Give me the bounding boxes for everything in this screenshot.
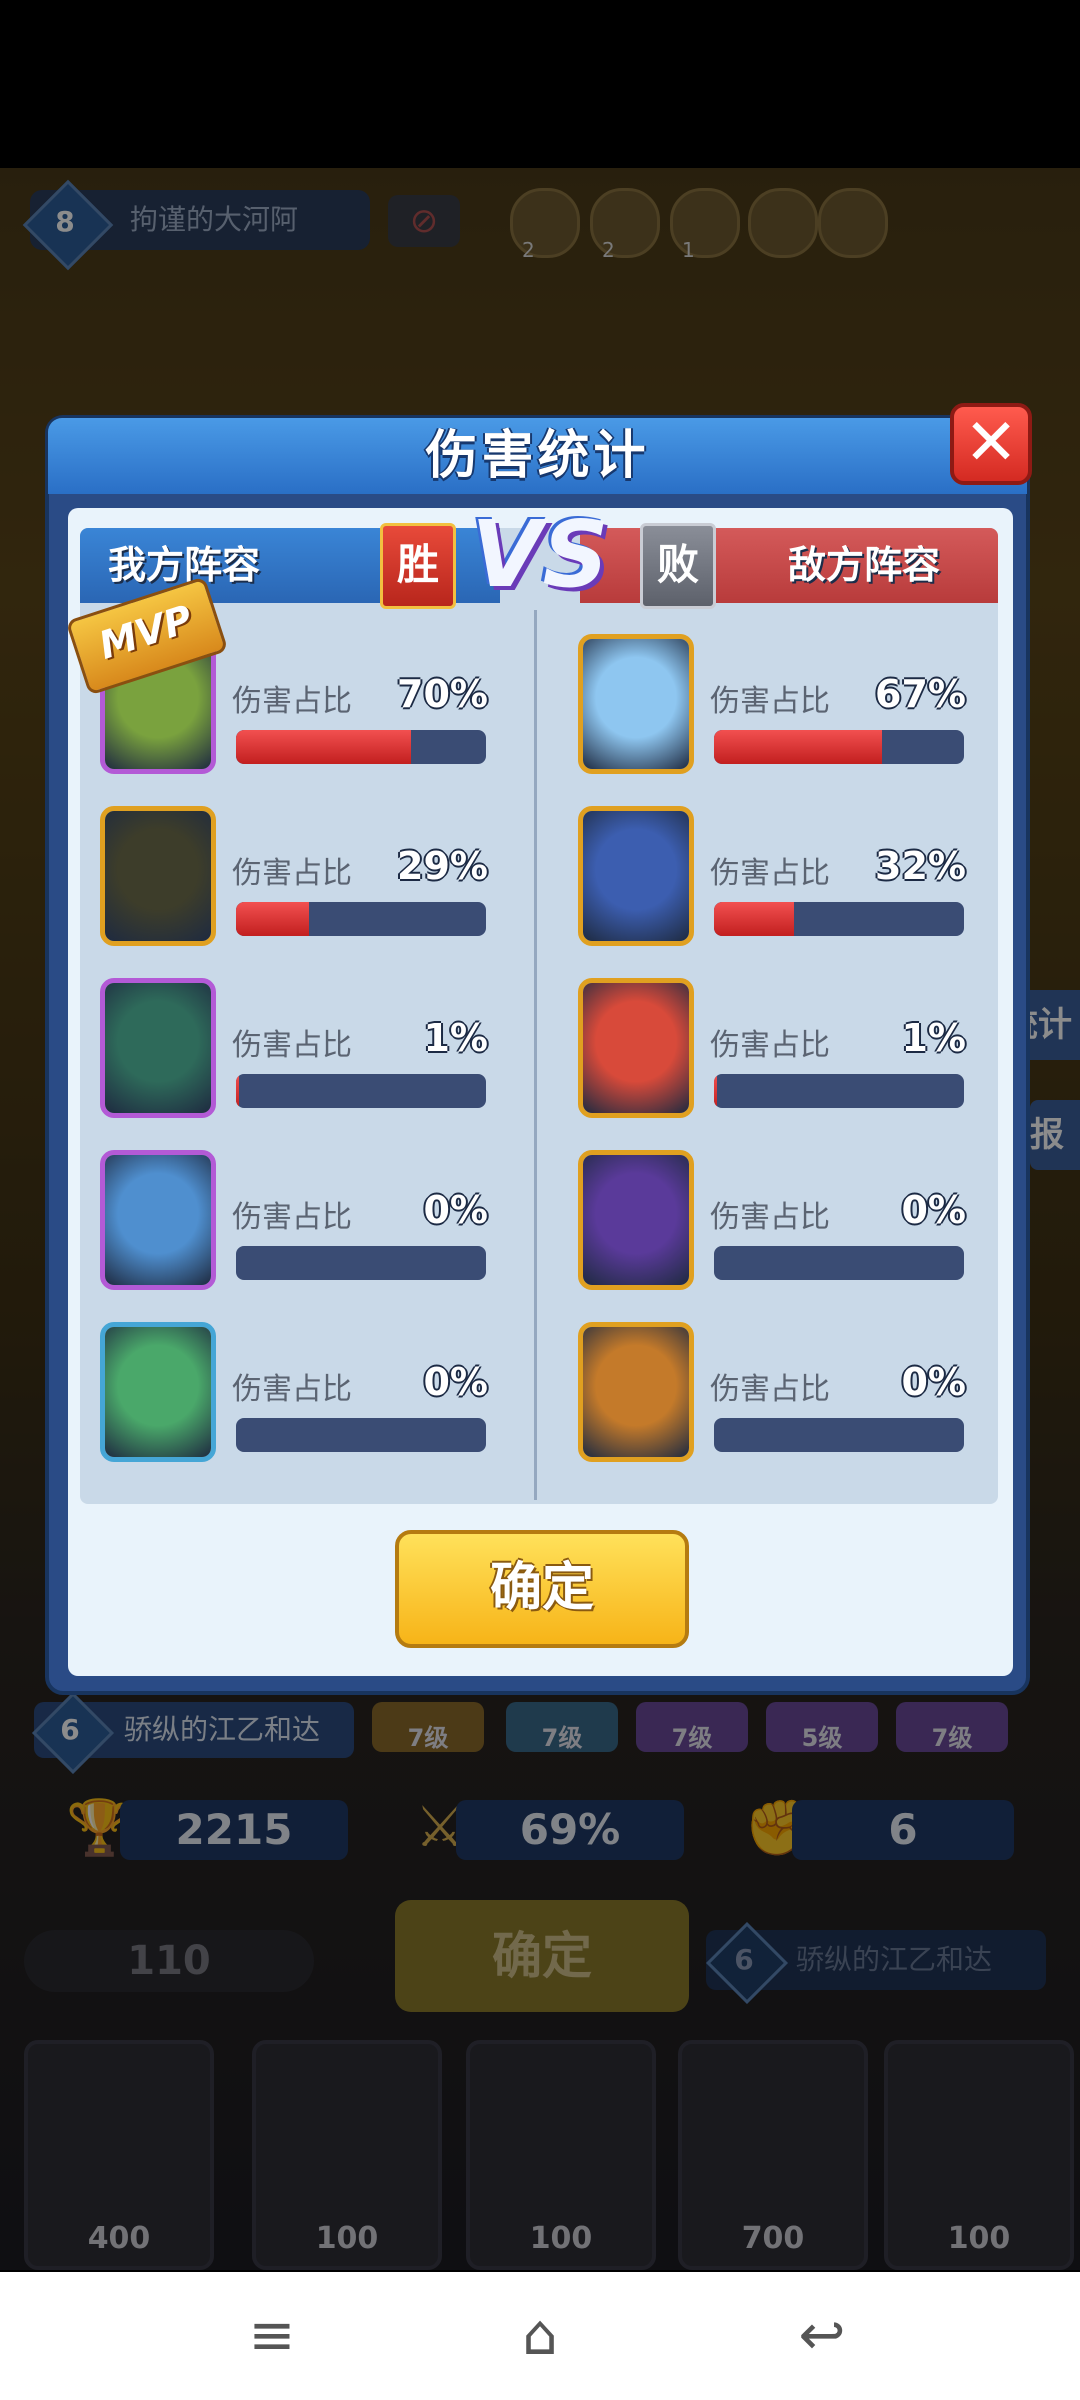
- hero-face-icon: [105, 811, 211, 941]
- back-icon[interactable]: ↩: [782, 2300, 862, 2372]
- damage-share-value: 0%: [901, 1188, 966, 1232]
- column-divider: [534, 610, 537, 1500]
- enemy_team-hero-portrait: [578, 806, 694, 946]
- win-badge: 胜: [380, 523, 456, 609]
- dialog-title: 伤害统计: [425, 426, 650, 486]
- damage-share-label: 伤害占比: [710, 856, 830, 891]
- vs-logo: VS: [471, 501, 609, 608]
- damage-bar: [714, 1246, 964, 1280]
- enemy_team-hero-portrait: [578, 1150, 694, 1290]
- damage-bar: [714, 1418, 964, 1452]
- home-icon[interactable]: ⌂: [500, 2300, 580, 2372]
- enemy_team-hero-portrait: [578, 1322, 694, 1462]
- damage-bar-fill: [714, 902, 794, 936]
- damage-bar: [236, 730, 486, 764]
- damage-share-value: 29%: [397, 844, 488, 888]
- damage-share-value: 0%: [423, 1188, 488, 1232]
- damage-bar-fill: [236, 902, 309, 936]
- enemy_team-hero-portrait: [578, 978, 694, 1118]
- confirm-button[interactable]: 确定: [395, 1530, 689, 1648]
- damage-share-label: 伤害占比: [232, 856, 352, 891]
- damage-bar: [236, 902, 486, 936]
- damage-share-label: 伤害占比: [710, 684, 830, 719]
- damage-bar: [236, 1418, 486, 1452]
- hero-face-icon: [583, 1327, 689, 1457]
- hero-face-icon: [583, 639, 689, 769]
- damage-share-value: 0%: [901, 1360, 966, 1404]
- hero-face-icon: [583, 1155, 689, 1285]
- menu-icon[interactable]: ≡: [232, 2300, 312, 2372]
- hero-face-icon: [105, 983, 211, 1113]
- damage-share-label: 伤害占比: [232, 1200, 352, 1235]
- hero-face-icon: [105, 1327, 211, 1457]
- damage-share-label: 伤害占比: [232, 1028, 352, 1063]
- damage-bar-fill: [714, 730, 882, 764]
- our_team-hero-portrait: [100, 1150, 216, 1290]
- enemy_team-hero-portrait: [578, 634, 694, 774]
- our_team-hero-portrait: [100, 1322, 216, 1462]
- hero-face-icon: [583, 983, 689, 1113]
- damage-bar: [714, 902, 964, 936]
- hero-face-icon: [105, 1155, 211, 1285]
- damage-bar: [714, 730, 964, 764]
- damage-share-label: 伤害占比: [232, 1372, 352, 1407]
- damage-share-value: 32%: [875, 844, 966, 888]
- damage-share-value: 1%: [901, 1016, 966, 1060]
- damage-bar-fill: [236, 1074, 239, 1108]
- damage-bar: [714, 1074, 964, 1108]
- close-button[interactable]: ✕: [950, 403, 1032, 485]
- enemy-team-label: 敌方阵容: [788, 543, 941, 587]
- damage-share-value: 0%: [423, 1360, 488, 1404]
- hero-face-icon: [583, 811, 689, 941]
- damage-share-value: 70%: [397, 672, 488, 716]
- damage-bar: [236, 1246, 486, 1280]
- damage-bar: [236, 1074, 486, 1108]
- damage-share-value: 1%: [423, 1016, 488, 1060]
- our_team-hero-portrait: [100, 806, 216, 946]
- damage-share-label: 伤害占比: [710, 1028, 830, 1063]
- our_team-hero-portrait: [100, 978, 216, 1118]
- damage-share-label: 伤害占比: [710, 1372, 830, 1407]
- damage-share-label: 伤害占比: [710, 1200, 830, 1235]
- damage-bar-fill: [714, 1074, 717, 1108]
- damage-share-value: 67%: [875, 672, 966, 716]
- damage-share-label: 伤害占比: [232, 684, 352, 719]
- damage-bar-fill: [236, 730, 411, 764]
- lose-badge: 败: [640, 523, 716, 609]
